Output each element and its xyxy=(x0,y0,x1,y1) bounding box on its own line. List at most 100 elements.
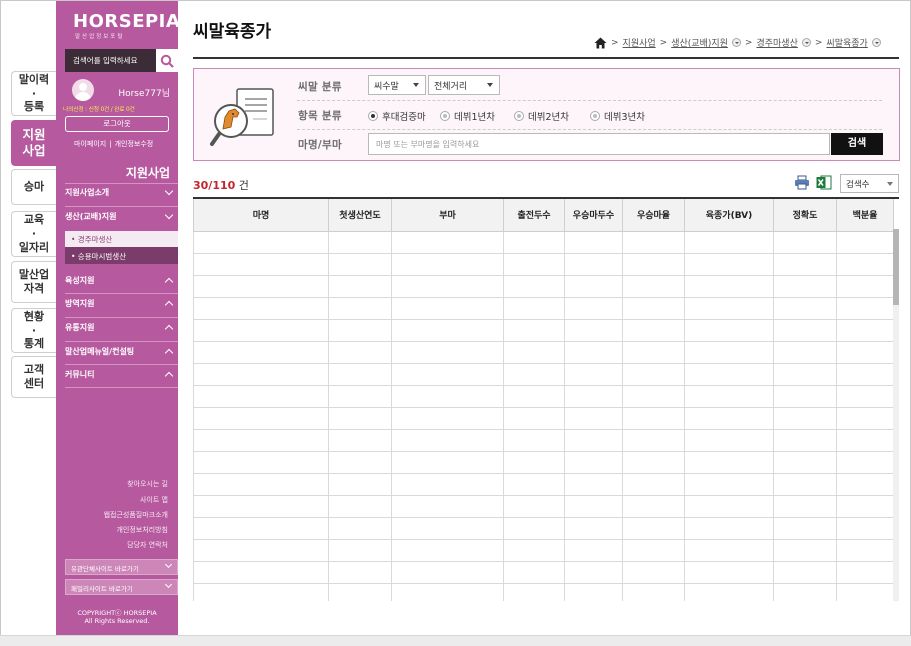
print-icon[interactable] xyxy=(794,175,810,190)
menu-item-breeding-support[interactable]: 생산(교배)지원 xyxy=(65,210,178,222)
related-sites-select[interactable]: 유관단체사이트 바로가기 xyxy=(65,559,178,575)
table-cell xyxy=(564,450,623,474)
sidebar-section-title: 지원사업 xyxy=(125,166,170,180)
table-row[interactable] xyxy=(193,230,894,254)
table-row[interactable] xyxy=(193,560,894,584)
menu-item-manual-consulting[interactable]: 말산업메뉴얼/컨설팅 xyxy=(65,346,178,358)
table-cell xyxy=(391,406,504,430)
profile-edit-link[interactable]: 개인정보수정 xyxy=(115,140,154,148)
radio-checked-icon xyxy=(368,111,378,121)
chevron-down-icon xyxy=(164,560,173,569)
column-header[interactable]: 마명 xyxy=(193,199,329,232)
column-header[interactable]: 출전두수 xyxy=(503,199,565,232)
tab-qualification[interactable]: 말산업 자격 xyxy=(11,261,56,303)
column-header[interactable]: 우승마두수 xyxy=(564,199,623,232)
column-header[interactable]: 첫생산연도 xyxy=(328,199,392,232)
table-row[interactable] xyxy=(193,296,894,320)
submenu-item-racehorse-production[interactable]: • 경주마생산 xyxy=(65,231,178,247)
menu-item-quarantine-support[interactable]: 방역지원 xyxy=(65,298,178,310)
table-cell xyxy=(193,450,329,474)
tab-statistics[interactable]: 현황 · 통계 xyxy=(11,308,56,353)
table-row[interactable] xyxy=(193,406,894,430)
footer-link-directions[interactable]: 찾아오시는 길 xyxy=(127,479,168,489)
breadcrumb-item[interactable]: 지원사업 xyxy=(623,36,656,49)
table-cell xyxy=(503,318,565,342)
dropdown-icon[interactable] xyxy=(801,38,811,47)
table-row[interactable] xyxy=(193,582,894,601)
table-row[interactable] xyxy=(193,472,894,496)
breadcrumb-item[interactable]: 생산(교배)지원 xyxy=(671,36,728,49)
table-cell xyxy=(564,538,623,562)
tab-horse-history[interactable]: 말이력 · 등록 xyxy=(11,71,56,116)
tab-riding[interactable]: 승마 xyxy=(11,169,56,205)
table-row[interactable] xyxy=(193,450,894,474)
sidebar-search-input[interactable]: 검색어를 입력하세요 xyxy=(65,49,156,72)
radio-debut-year-1[interactable]: 데뷔1년차 xyxy=(440,109,495,123)
radio-offspring-verified[interactable]: 후대검증마 xyxy=(368,109,426,123)
table-cell xyxy=(391,516,504,540)
table-row[interactable] xyxy=(193,274,894,298)
table-row[interactable] xyxy=(193,538,894,562)
menu-item-community[interactable]: 커뮤니티 xyxy=(65,369,178,381)
excel-icon[interactable] xyxy=(816,175,832,190)
table-cell xyxy=(622,230,685,254)
table-cell xyxy=(622,494,685,518)
chevron-down-icon xyxy=(164,210,174,220)
column-header[interactable]: 부마 xyxy=(391,199,504,232)
menu-item-intro[interactable]: 지원사업소개 xyxy=(65,186,178,198)
menu-item-raising-support[interactable]: 육성지원 xyxy=(65,275,178,287)
footer-link-contact[interactable]: 담당자 연락처 xyxy=(127,540,168,550)
table-row[interactable] xyxy=(193,362,894,386)
mypage-link[interactable]: 마이페이지 xyxy=(74,140,106,148)
horse-class-select[interactable]: 씨수말 xyxy=(368,75,426,95)
sort-select[interactable]: 검색수 xyxy=(840,174,899,193)
table-cell xyxy=(684,582,774,601)
table-scrollbar[interactable] xyxy=(893,229,899,601)
breadcrumb-item[interactable]: 경주마생산 xyxy=(756,36,797,49)
footer-link-sitemap[interactable]: 사이트 맵 xyxy=(140,495,168,505)
table-cell xyxy=(503,252,565,276)
table-cell xyxy=(622,582,685,601)
dropdown-icon[interactable] xyxy=(731,38,741,47)
search-icon[interactable] xyxy=(156,49,178,72)
column-header[interactable]: 우승마율 xyxy=(622,199,685,232)
table-cell xyxy=(564,406,623,430)
logo[interactable]: HORSEPIA xyxy=(73,11,180,32)
table-cell xyxy=(773,494,837,518)
tab-support-projects[interactable]: 지원 사업 xyxy=(11,120,56,166)
table-row[interactable] xyxy=(193,516,894,540)
search-button[interactable]: 검색 xyxy=(831,133,883,155)
family-sites-select[interactable]: 패밀리사이트 바로가기 xyxy=(65,579,178,595)
radio-unchecked-icon xyxy=(514,111,524,121)
column-header[interactable]: 정확도 xyxy=(773,199,837,232)
table-row[interactable] xyxy=(193,318,894,342)
table-row[interactable] xyxy=(193,340,894,364)
tab-education-jobs[interactable]: 교육 · 일자리 xyxy=(11,211,56,257)
table-row[interactable] xyxy=(193,428,894,452)
table-cell xyxy=(328,582,392,601)
table-cell xyxy=(564,318,623,342)
submenu-item-riding-horse-pilot[interactable]: • 승용마시범생산 xyxy=(65,247,178,264)
logout-button[interactable]: 로그아웃 xyxy=(65,116,169,132)
table-cell xyxy=(391,274,504,298)
menu-item-distribution-support[interactable]: 유통지원 xyxy=(65,322,178,334)
radio-debut-year-3[interactable]: 데뷔3년차 xyxy=(590,109,645,123)
dropdown-icon[interactable] xyxy=(871,38,881,47)
table-row[interactable] xyxy=(193,384,894,408)
table-cell xyxy=(622,362,685,386)
table-cell xyxy=(564,494,623,518)
breadcrumb-item[interactable]: 씨말육종가 xyxy=(826,36,867,49)
table-row[interactable] xyxy=(193,252,894,276)
column-header[interactable]: 백분율 xyxy=(836,199,894,232)
distance-select[interactable]: 전체거리 xyxy=(428,75,500,95)
column-header[interactable]: 육종가(BV) xyxy=(684,199,774,232)
home-icon[interactable] xyxy=(594,37,607,49)
table-row[interactable] xyxy=(193,494,894,518)
footer-link-privacy[interactable]: 개인정보처리방침 xyxy=(116,525,168,535)
footer-link-accessibility[interactable]: 웹접근성품질마크소개 xyxy=(104,510,168,520)
tab-customer-center[interactable]: 고객 센터 xyxy=(11,356,56,398)
radio-debut-year-2[interactable]: 데뷔2년차 xyxy=(514,109,569,123)
scrollbar-thumb[interactable] xyxy=(893,229,899,305)
divider xyxy=(297,100,882,101)
horse-name-input[interactable]: 마명 또는 부마명을 입력하세요 xyxy=(368,133,830,155)
